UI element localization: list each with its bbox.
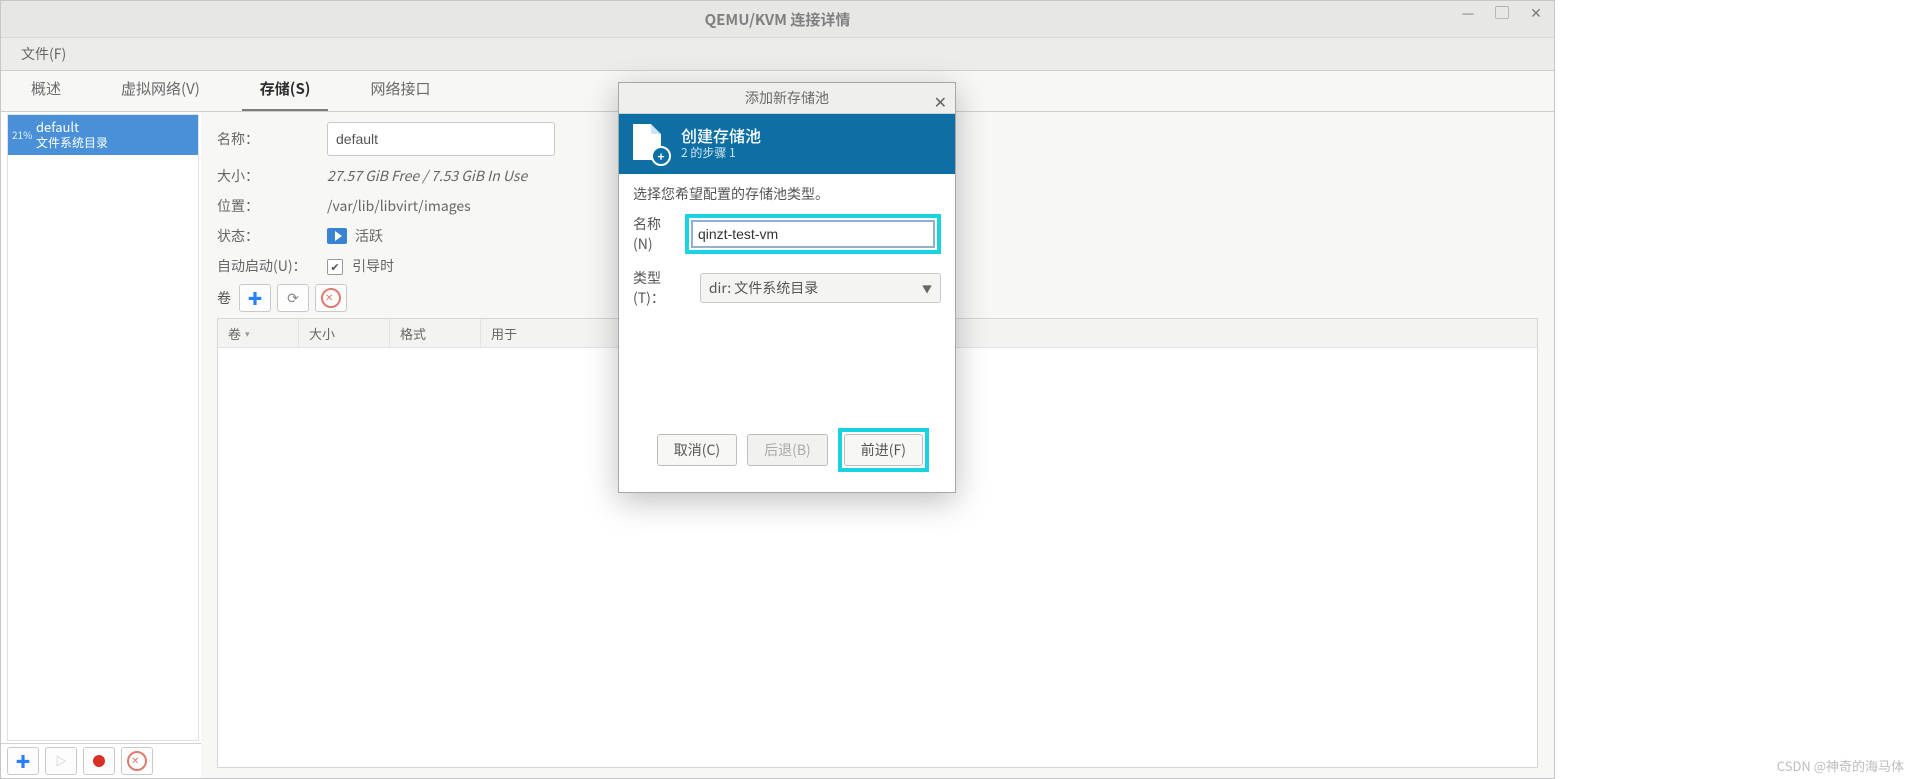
dialog-footer: 取消(C) 后退(B) 前进(F)	[633, 418, 941, 482]
autostart-checkbox[interactable]	[327, 259, 343, 275]
dialog-title: 添加新存储池	[745, 88, 829, 108]
col-volume[interactable]: 卷 ▾	[218, 319, 299, 347]
pool-name-field[interactable]	[691, 220, 935, 248]
pool-size-free: 27.57 GiB Free	[327, 166, 419, 186]
pool-usage-percent: 21%	[12, 127, 32, 143]
tab-network-interfaces[interactable]: 网络接口	[352, 68, 448, 111]
stop-pool-button[interactable]	[83, 747, 115, 775]
record-icon	[93, 755, 105, 767]
pool-type-select[interactable]: dir: 文件系统目录 ▼	[700, 273, 941, 303]
state-label: 状态：	[217, 226, 327, 246]
add-storage-pool-dialog: 添加新存储池 ✕ + 创建存储池 2 的步骤 1 选择您希望配置的存储池类型。 …	[618, 82, 956, 493]
location-label: 位置：	[217, 196, 327, 216]
type-row: 类型(T)： dir: 文件系统目录 ▼	[633, 268, 941, 308]
delete-pool-button[interactable]	[121, 747, 153, 775]
col-size[interactable]: 大小	[299, 319, 390, 347]
tab-virtual-networks[interactable]: 虚拟网络(V)	[103, 68, 218, 111]
add-volume-button[interactable]: ✚	[239, 284, 271, 312]
chevron-down-icon: ▼	[922, 281, 932, 296]
dialog-description: 选择您希望配置的存储池类型。	[633, 184, 941, 204]
pool-item-name: default	[16, 119, 190, 135]
autostart-label: 自动启动(U)：	[217, 256, 327, 276]
tab-overview[interactable]: 概述	[13, 68, 79, 111]
delete-icon	[127, 751, 147, 771]
banner-title: 创建存储池	[681, 126, 761, 144]
play-icon: ▷	[56, 753, 67, 769]
menu-file[interactable]: 文件(F)	[13, 42, 74, 66]
pool-size-sep: /	[419, 166, 431, 186]
add-pool-button[interactable]: ✚	[7, 747, 39, 775]
pool-list[interactable]: 21% default 文件系统目录	[7, 114, 199, 741]
dialog-close-button[interactable]: ✕	[934, 89, 947, 113]
window-controls: — ▢ ✕	[1456, 3, 1548, 23]
cancel-button[interactable]: 取消(C)	[657, 434, 737, 466]
autostart-value: 引导时	[352, 256, 394, 276]
forward-button[interactable]: 前进(F)	[844, 434, 923, 466]
type-field-label: 类型(T)：	[633, 268, 688, 308]
dialog-banner: + 创建存储池 2 的步骤 1	[619, 114, 955, 174]
delete-icon	[321, 288, 341, 308]
start-pool-button[interactable]: ▷	[45, 747, 77, 775]
minimize-button[interactable]: —	[1456, 3, 1480, 23]
titlebar: QEMU/KVM 连接详情 — ▢ ✕	[1, 1, 1554, 38]
name-field-label: 名称(N)	[633, 214, 673, 254]
col-volume-label: 卷	[228, 324, 241, 343]
volume-label: 卷	[217, 288, 231, 308]
tab-storage[interactable]: 存储(S)	[242, 68, 329, 111]
pool-sidebar: 21% default 文件系统目录 ✚ ▷	[1, 112, 201, 778]
pool-type-value: dir: 文件系统目录	[709, 278, 818, 298]
plus-icon: ✚	[247, 288, 262, 309]
watermark: CSDN @神奇的海马体	[1777, 756, 1904, 775]
size-label: 大小：	[217, 166, 327, 186]
pool-size-inuse: 7.53 GiB In Use	[431, 166, 527, 186]
col-format[interactable]: 格式	[390, 319, 481, 347]
name-row: 名称(N)	[633, 214, 941, 254]
pool-state-value: 活跃	[355, 226, 383, 246]
maximize-button[interactable]: ▢	[1490, 3, 1514, 23]
menubar: 文件(F)	[1, 38, 1554, 71]
dialog-body: 选择您希望配置的存储池类型。 名称(N) 类型(T)： dir: 文件系统目录 …	[619, 174, 955, 492]
name-label: 名称：	[217, 129, 327, 149]
pool-item-type: 文件系统目录	[16, 135, 190, 151]
window-title: QEMU/KVM 连接详情	[705, 9, 851, 30]
forward-highlight: 前进(F)	[838, 428, 929, 472]
refresh-volumes-button[interactable]: ⟳	[277, 284, 309, 312]
pool-item-default[interactable]: 21% default 文件系统目录	[8, 115, 198, 155]
pool-toolbar: ✚ ▷	[1, 743, 201, 778]
name-highlight	[685, 214, 941, 254]
pool-name-input[interactable]	[327, 122, 555, 156]
dialog-titlebar: 添加新存储池 ✕	[619, 83, 955, 114]
running-icon	[327, 228, 347, 244]
plus-icon: ✚	[15, 751, 30, 772]
sort-caret-icon: ▾	[245, 327, 250, 340]
back-button: 后退(B)	[747, 434, 828, 466]
delete-volume-button[interactable]	[315, 284, 347, 312]
refresh-icon: ⟳	[287, 288, 299, 308]
create-pool-icon: +	[633, 124, 669, 164]
close-button[interactable]: ✕	[1524, 3, 1548, 23]
